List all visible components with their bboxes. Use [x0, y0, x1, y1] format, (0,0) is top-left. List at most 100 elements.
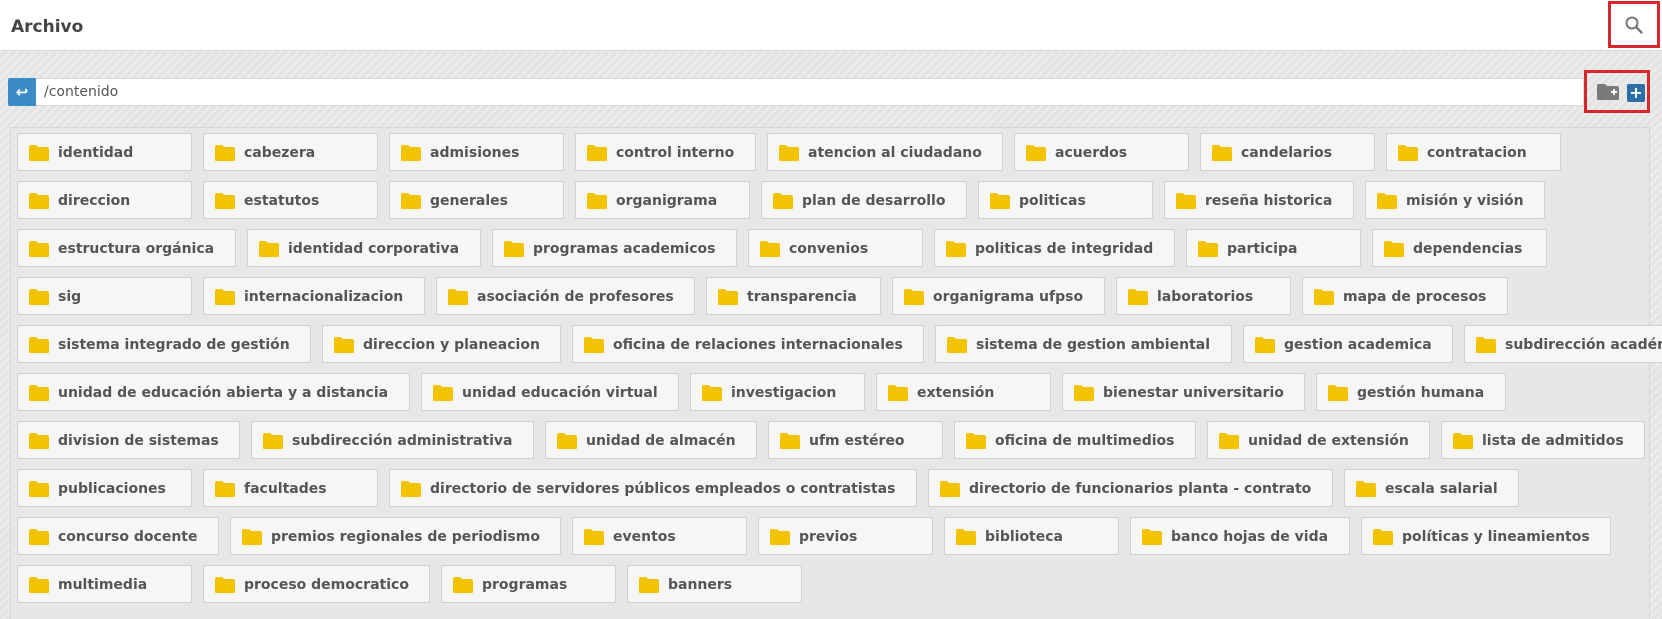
folder-item[interactable]: oficina de multimedios	[954, 421, 1196, 459]
folder-icon	[334, 337, 354, 353]
folder-item[interactable]: proceso democratico	[203, 565, 430, 603]
folder-item[interactable]: dependencias	[1372, 229, 1547, 267]
folder-item[interactable]: unidad de almacén	[545, 421, 757, 459]
folder-item[interactable]: estatutos	[203, 181, 378, 219]
folder-item[interactable]: gestión humana	[1316, 373, 1506, 411]
page-title: Archivo	[11, 17, 84, 37]
folder-item[interactable]: identidad	[17, 133, 192, 171]
folder-item[interactable]: participa	[1186, 229, 1361, 267]
back-button[interactable]: ↩	[8, 78, 36, 106]
folder-item[interactable]: extensión	[876, 373, 1051, 411]
folder-item[interactable]: convenios	[748, 229, 923, 267]
folder-item[interactable]: eventos	[572, 517, 747, 555]
folder-name: sistema integrado de gestión	[58, 337, 290, 353]
folder-name: facultades	[244, 481, 327, 497]
folder-item[interactable]: candelarios	[1200, 133, 1375, 171]
search-icon[interactable]	[1624, 15, 1644, 35]
folder-name: publicaciones	[58, 481, 166, 497]
search-button[interactable]	[1608, 1, 1660, 48]
folder-icon	[773, 193, 793, 209]
folder-icon	[947, 337, 967, 353]
folder-item[interactable]: sistema de gestion ambiental	[935, 325, 1232, 363]
folder-item[interactable]: identidad corporativa	[247, 229, 481, 267]
folder-item[interactable]: premios regionales de periodismo	[230, 517, 561, 555]
folder-name: eventos	[613, 529, 676, 545]
folder-item[interactable]: ufm estéreo	[768, 421, 943, 459]
folder-item[interactable]: politicas de integridad	[934, 229, 1175, 267]
folder-item[interactable]: estructura orgánica	[17, 229, 236, 267]
folder-item[interactable]: facultades	[203, 469, 378, 507]
folder-item[interactable]: reseña historica	[1164, 181, 1354, 219]
upload-button[interactable]: +	[1627, 84, 1645, 102]
folder-item[interactable]: contratacion	[1386, 133, 1561, 171]
folder-name: banners	[668, 577, 733, 593]
folder-item[interactable]: sistema integrado de gestión	[17, 325, 311, 363]
folder-item[interactable]: escala salarial	[1344, 469, 1519, 507]
folder-item[interactable]: direccion	[17, 181, 192, 219]
folder-item[interactable]: sig	[17, 277, 192, 315]
folder-item[interactable]: gestion academica	[1243, 325, 1453, 363]
folder-item[interactable]: internacionalizacion	[203, 277, 425, 315]
folder-name: escala salarial	[1385, 481, 1498, 497]
folder-item[interactable]: transparencia	[706, 277, 881, 315]
folder-item[interactable]: lista de admitidos	[1441, 421, 1645, 459]
folder-icon	[584, 529, 604, 545]
folder-plus-icon[interactable]	[1596, 83, 1620, 101]
folder-item[interactable]: programas	[441, 565, 616, 603]
folder-icon	[215, 577, 235, 593]
folder-item[interactable]: publicaciones	[17, 469, 192, 507]
folder-icon	[940, 481, 960, 497]
folder-item[interactable]: unidad de educación abierta y a distanci…	[17, 373, 410, 411]
folder-name: directorio de servidores públicos emplea…	[430, 481, 896, 497]
folder-item[interactable]: mapa de procesos	[1302, 277, 1508, 315]
folder-item[interactable]: plan de desarrollo	[761, 181, 967, 219]
folder-name: proceso democratico	[244, 577, 409, 593]
folder-icon	[401, 145, 421, 161]
folder-name: convenios	[789, 241, 869, 257]
folder-item[interactable]: control interno	[575, 133, 756, 171]
folder-item[interactable]: unidad educación virtual	[421, 373, 679, 411]
folder-item[interactable]: subdirección administrativa	[251, 421, 534, 459]
folder-item[interactable]: oficina de relaciones internacionales	[572, 325, 924, 363]
folder-icon	[956, 529, 976, 545]
folder-name: organigrama ufpso	[933, 289, 1084, 305]
folder-item[interactable]: subdirección académica	[1464, 325, 1662, 363]
folder-item[interactable]: division de sistemas	[17, 421, 240, 459]
folder-item[interactable]: unidad de extensión	[1207, 421, 1430, 459]
folder-icon	[29, 577, 49, 593]
folder-item[interactable]: multimedia	[17, 565, 192, 603]
folder-icon	[1384, 241, 1404, 257]
folder-item[interactable]: cabezera	[203, 133, 378, 171]
folder-item[interactable]: admisiones	[389, 133, 564, 171]
folder-item[interactable]: programas academicos	[492, 229, 737, 267]
path-input[interactable]	[36, 78, 1584, 106]
folder-name: transparencia	[747, 289, 857, 305]
folder-item[interactable]: atencion al ciudadano	[767, 133, 1003, 171]
folder-item[interactable]: asociación de profesores	[436, 277, 695, 315]
folder-item[interactable]: acuerdos	[1014, 133, 1189, 171]
folder-item[interactable]: laboratorios	[1116, 277, 1291, 315]
folder-item[interactable]: bienestar universitario	[1062, 373, 1305, 411]
folder-item[interactable]: biblioteca	[944, 517, 1119, 555]
folder-item[interactable]: investigacion	[690, 373, 865, 411]
folder-icon	[1398, 145, 1418, 161]
folder-item[interactable]: directorio de servidores públicos emplea…	[389, 469, 917, 507]
folder-item[interactable]: banco hojas de vida	[1130, 517, 1350, 555]
folder-item[interactable]: organigrama	[575, 181, 750, 219]
folder-name: politicas	[1019, 193, 1086, 209]
folder-item[interactable]: misión y visión	[1365, 181, 1545, 219]
folder-item[interactable]: concurso docente	[17, 517, 219, 555]
folder-item[interactable]: banners	[627, 565, 802, 603]
folder-item[interactable]: politicas	[978, 181, 1153, 219]
folder-item[interactable]: organigrama ufpso	[892, 277, 1105, 315]
folder-icon	[1026, 145, 1046, 161]
folder-item[interactable]: políticas y lineamientos	[1361, 517, 1611, 555]
folder-name: direccion	[58, 193, 131, 209]
folder-item[interactable]: direccion y planeacion	[322, 325, 561, 363]
folder-icon	[401, 193, 421, 209]
folder-item[interactable]: directorio de funcionarios planta - cont…	[928, 469, 1333, 507]
folder-icon	[1328, 385, 1348, 401]
folder-icon	[29, 529, 49, 545]
folder-item[interactable]: previos	[758, 517, 933, 555]
folder-item[interactable]: generales	[389, 181, 564, 219]
